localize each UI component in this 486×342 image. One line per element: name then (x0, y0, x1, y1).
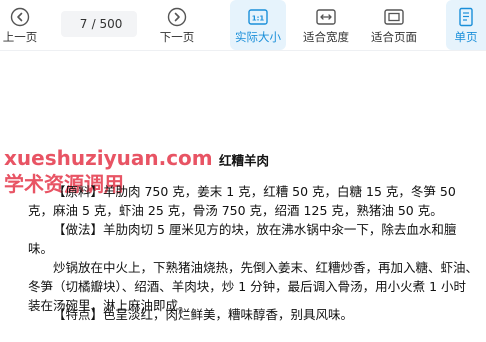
paragraph-ingredients: 【原料】羊肋肉 750 克，姜末 1 克，红糟 50 克，白糖 15 克，冬笋 … (28, 184, 456, 218)
actual-size-icon: 1:1 (247, 6, 269, 28)
fit-page-button[interactable]: 适合页面 (365, 0, 423, 50)
next-page-label: 下一页 (159, 30, 195, 44)
single-page-button[interactable]: 单页 (446, 0, 486, 50)
chevron-right-icon (166, 6, 188, 28)
page-indicator: / 500 (61, 11, 137, 37)
actual-size-button[interactable]: 1:1 实际大小 (230, 0, 286, 50)
single-page-label: 单页 (454, 30, 478, 44)
actual-size-label: 实际大小 (235, 30, 281, 44)
prev-page-button[interactable]: 上一页 (0, 0, 40, 50)
paragraph-features: 【特点】色呈淡红，肉烂鲜美，糟味醇香，别具风味。 (53, 307, 354, 322)
single-page-icon (455, 6, 477, 28)
page-number-input[interactable] (75, 17, 92, 31)
actual-size-icon-text: 1:1 (252, 15, 265, 23)
paragraph-method: 【做法】羊肋肉切 5 厘米见方的块，放在沸水锅中汆一下，除去血水和膻味。 (28, 222, 457, 256)
viewer-toolbar: 上一页 / 500 下一页 1:1 实际大小 适合宽度 适合页面 单页 (0, 0, 486, 51)
fit-width-label: 适合宽度 (303, 30, 349, 44)
next-page-button[interactable]: 下一页 (155, 0, 199, 50)
fit-width-button[interactable]: 适合宽度 (297, 0, 355, 50)
page-total: / 500 (91, 17, 123, 31)
fit-page-icon (383, 6, 405, 28)
fit-page-label: 适合页面 (371, 30, 417, 44)
document-title: 红糟羊肉 (219, 153, 270, 168)
watermark-url: xueshuziyuan.com (4, 146, 213, 170)
fit-width-icon (315, 6, 337, 28)
prev-page-label: 上一页 (2, 30, 38, 44)
chevron-left-icon (9, 6, 31, 28)
